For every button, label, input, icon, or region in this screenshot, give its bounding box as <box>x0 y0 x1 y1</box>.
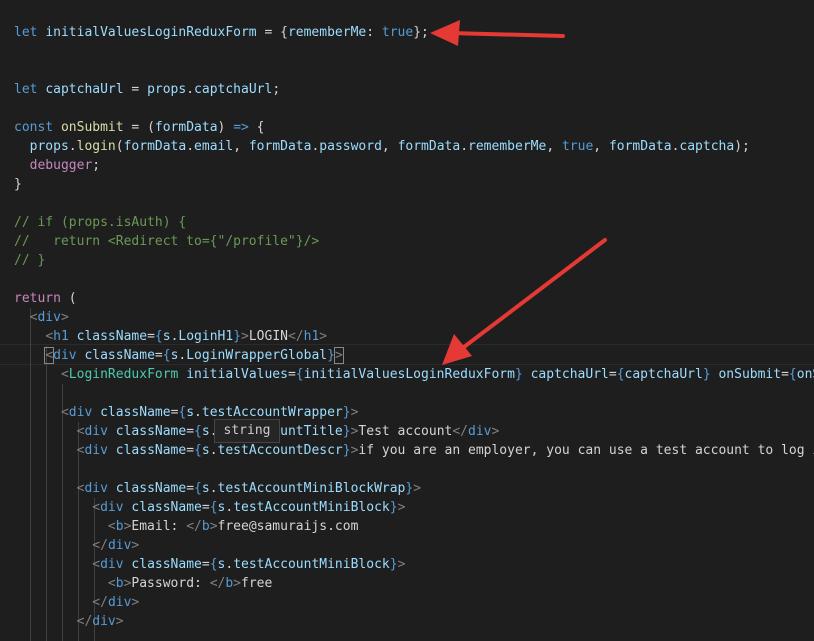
arrow-annotation-top <box>430 20 565 46</box>
arrow-annotation-middle <box>442 238 607 365</box>
annotation-arrows <box>430 20 607 365</box>
